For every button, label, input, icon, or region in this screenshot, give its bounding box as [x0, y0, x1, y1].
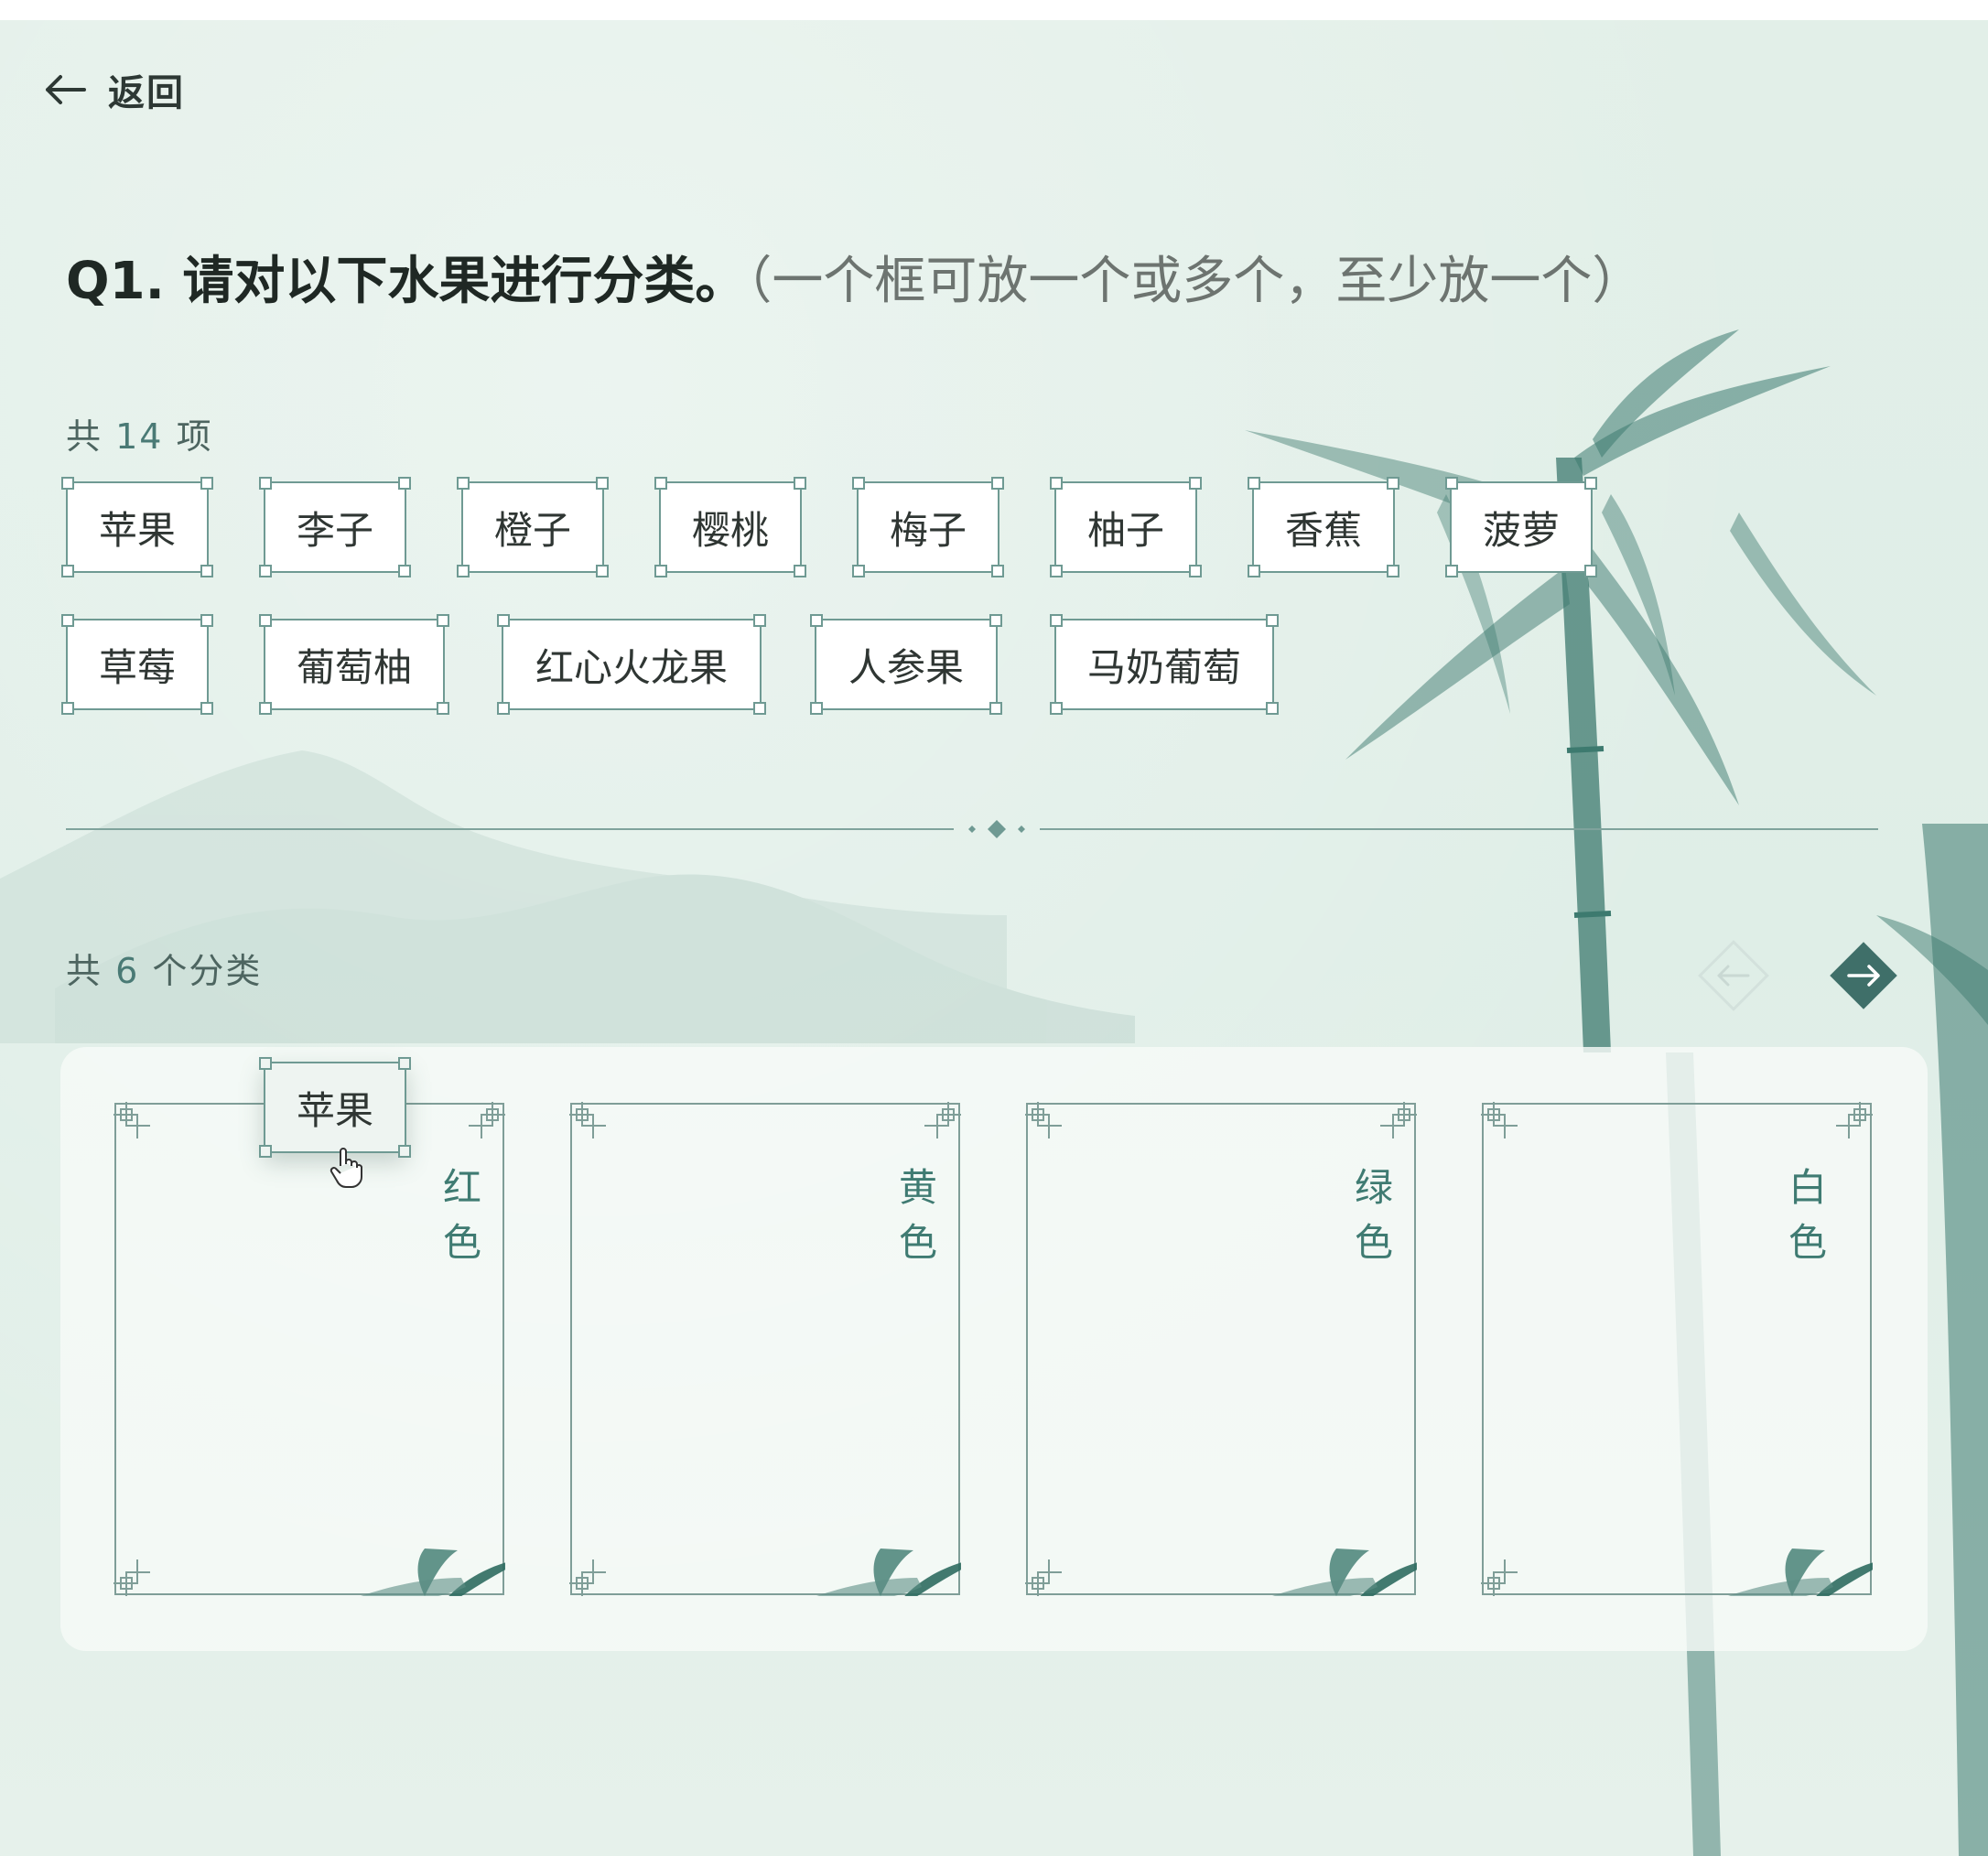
category-box-green[interactable]: 绿 色	[1025, 1102, 1417, 1596]
fruit-item[interactable]: 柚子	[1050, 477, 1202, 577]
fruit-item[interactable]: 菠萝	[1445, 477, 1597, 577]
fruit-item[interactable]: 橙子	[457, 477, 609, 577]
arrow-left-icon	[46, 75, 86, 104]
question-hint: （一个框可放一个或多个，至少放一个）	[746, 252, 1644, 311]
fruit-item[interactable]: 草莓	[61, 614, 213, 715]
question-main: Q1. 请对以下水果进行分类。	[66, 252, 747, 311]
category-box-white[interactable]: 白 色	[1481, 1102, 1873, 1596]
items-count: 共 14 项	[66, 416, 213, 457]
dragging-item[interactable]: 苹果	[259, 1057, 411, 1158]
fruit-item[interactable]: 葡萄柚	[259, 614, 449, 715]
fruit-item[interactable]: 人参果	[810, 614, 1002, 715]
category-label: 绿 色	[1355, 1165, 1394, 1265]
fruit-item[interactable]: 李子	[259, 477, 411, 577]
next-page-button[interactable]	[1821, 933, 1906, 1018]
arrow-left-icon	[1717, 965, 1750, 987]
fruit-item[interactable]: 香蕉	[1248, 477, 1399, 577]
category-label: 白 色	[1788, 1165, 1828, 1265]
back-button[interactable]: 返回	[42, 64, 185, 115]
fruit-item[interactable]: 樱桃	[654, 477, 806, 577]
prev-page-button[interactable]	[1691, 933, 1776, 1018]
section-divider	[66, 820, 1878, 838]
mountains-illustration	[0, 750, 1135, 1043]
category-label: 红 色	[443, 1165, 482, 1265]
question-title: Q1. 请对以下水果进行分类。（一个框可放一个或多个，至少放一个）	[66, 240, 1643, 314]
category-box-red[interactable]: 红 色	[113, 1102, 505, 1596]
categories-count: 共 6 个分类	[66, 951, 263, 991]
fruit-item[interactable]: 梅子	[852, 477, 1004, 577]
hand-pointer-icon	[330, 1148, 362, 1188]
fruit-item[interactable]: 马奶葡萄	[1050, 614, 1279, 715]
fruit-item[interactable]: 苹果	[61, 477, 213, 577]
back-label: 返回	[108, 72, 185, 114]
category-box-yellow[interactable]: 黄 色	[569, 1102, 961, 1596]
category-label: 黄 色	[899, 1165, 938, 1265]
fruit-item[interactable]: 红心火龙果	[497, 614, 766, 715]
